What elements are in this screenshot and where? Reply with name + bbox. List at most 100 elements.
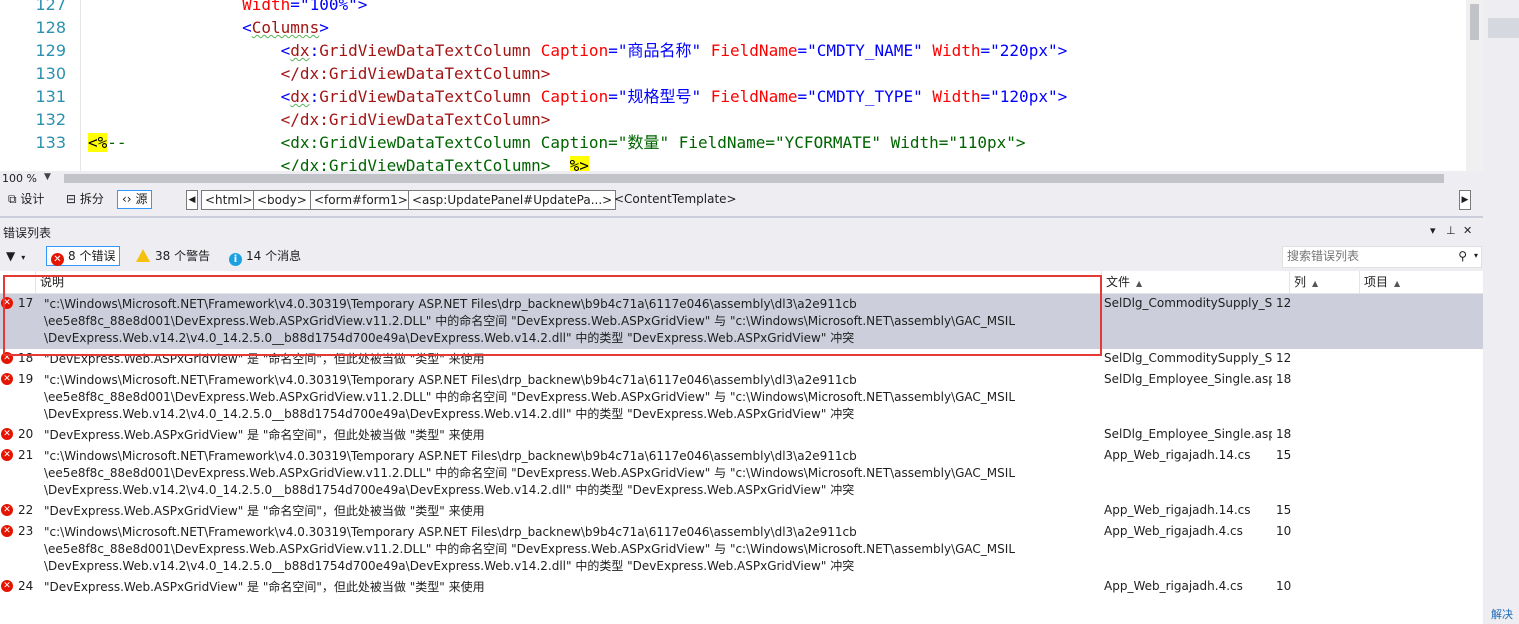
row-description: "DevExpress.Web.ASPxGridView" 是 "命名空间"，但… bbox=[44, 428, 485, 442]
code-token: "220px" bbox=[990, 41, 1058, 60]
sort-arrow-icon: ▲ bbox=[1136, 279, 1143, 288]
code-line[interactable]: <Columns> bbox=[88, 16, 329, 39]
editor-vertical-scrollbar[interactable] bbox=[1466, 0, 1483, 171]
nav-right-arrow-icon[interactable]: ▶ bbox=[1459, 190, 1471, 210]
info-icon: i bbox=[229, 253, 242, 266]
line-number: 128 bbox=[35, 18, 66, 37]
table-row[interactable]: ✕ 24 "DevExpress.Web.ASPxGridView" 是 "命名空间… bbox=[0, 577, 1483, 598]
code-token: <% bbox=[88, 133, 108, 152]
filter-icon[interactable]: ▼ ▾ bbox=[6, 246, 25, 266]
search-input[interactable] bbox=[1283, 247, 1451, 265]
breadcrumb-updatepanel[interactable]: <asp:UpdatePanel#UpdatePa...> bbox=[408, 190, 617, 210]
close-icon[interactable]: ✕ bbox=[1463, 224, 1472, 237]
code-token: "商品名称" bbox=[617, 41, 702, 60]
row-description: "DevExpress.Web.ASPxGridView" 是 "命名空间"，但… bbox=[44, 580, 485, 594]
row-description: "c:\Windows\Microsoft.NET\Framework\v4.0… bbox=[44, 525, 1016, 573]
row-line: 12 bbox=[1276, 296, 1292, 310]
split-label: 拆分 bbox=[79, 192, 104, 206]
breadcrumb-form[interactable]: <form#form1> bbox=[310, 190, 412, 210]
messages-count: 14 个消息 bbox=[246, 249, 302, 263]
code-line[interactable]: <dx:GridViewDataTextColumn Caption="规格型号… bbox=[88, 85, 1068, 108]
code-token: < bbox=[242, 18, 252, 37]
code-line[interactable]: </dx:GridViewDataTextColumn> bbox=[88, 108, 551, 131]
row-file: App_Web_rigajadh.4.cs bbox=[1104, 524, 1243, 538]
search-box[interactable]: ⚲ ▾ bbox=[1282, 246, 1482, 268]
row-file: App_Web_rigajadh.14.cs bbox=[1104, 503, 1251, 517]
row-line: 18 bbox=[1276, 372, 1292, 386]
code-token: "CMDTY_TYPE" bbox=[807, 87, 923, 106]
zoom-level[interactable]: 100 % bbox=[2, 172, 37, 185]
row-file: SelDlg_CommoditySupply_Sin bbox=[1104, 296, 1272, 310]
row-number: 23 bbox=[18, 524, 34, 538]
highlight-box bbox=[3, 275, 1102, 356]
code-line[interactable]: <%-- <dx:GridViewDataTextColumn Caption=… bbox=[88, 131, 1026, 154]
error-list-title: 错误列表 bbox=[3, 226, 52, 240]
table-row[interactable]: ✕ 21 "c:\Windows\Microsoft.NET\Framework\v… bbox=[0, 446, 1483, 501]
source-view-button[interactable]: ‹› 源 bbox=[117, 190, 153, 209]
error-icon: ✕ bbox=[1, 504, 13, 516]
row-line: 15 bbox=[1276, 448, 1292, 462]
row-line: 18 bbox=[1276, 427, 1292, 441]
code-editor[interactable]: 127 128 129 130 131 132 133 Width="100%"> <Col… bbox=[0, 0, 1483, 171]
code-token: > bbox=[319, 18, 329, 37]
row-line: 15 bbox=[1276, 503, 1292, 517]
code-token: GridViewDataTextColumn bbox=[319, 87, 532, 106]
code-line[interactable]: </dx:GridViewDataTextColumn> bbox=[88, 62, 551, 85]
code-token: "100%" bbox=[299, 0, 358, 14]
table-row[interactable]: ✕ 19 "c:\Windows\Microsoft.NET\Framework\v… bbox=[0, 370, 1483, 425]
panel-splitter[interactable] bbox=[0, 216, 1483, 218]
error-icon: ✕ bbox=[1, 428, 13, 440]
row-number: 24 bbox=[18, 579, 34, 593]
split-icon: ⊟ bbox=[66, 192, 77, 206]
line-number: 132 bbox=[35, 110, 66, 129]
solution-side-label[interactable]: 解决 bbox=[1491, 606, 1513, 622]
design-view-button[interactable]: ⧉ 设计 bbox=[4, 190, 48, 209]
design-icon: ⧉ bbox=[8, 192, 17, 206]
project-label: 项目 bbox=[1364, 275, 1389, 289]
row-file: SelDlg_CommoditySupply_Sin bbox=[1104, 351, 1272, 365]
right-side-panel bbox=[1483, 0, 1519, 624]
code-token: </dx:GridViewDataTextColumn> bbox=[280, 64, 551, 83]
design-label: 设计 bbox=[20, 192, 45, 206]
errors-filter-button[interactable]: ✕ 8 个错误 bbox=[46, 246, 121, 266]
split-view-button[interactable]: ⊟ 拆分 bbox=[62, 190, 108, 209]
source-icon: ‹› bbox=[122, 192, 132, 206]
code-token: FieldName bbox=[710, 87, 798, 106]
pin-icon[interactable]: ⊥ bbox=[1446, 224, 1456, 237]
breadcrumb-html[interactable]: <html> bbox=[201, 190, 257, 210]
row-description: "c:\Windows\Microsoft.NET\Framework\v4.0… bbox=[44, 373, 1016, 421]
error-icon: ✕ bbox=[1, 373, 13, 385]
warning-icon bbox=[136, 249, 150, 262]
nav-left-arrow-icon[interactable]: ◀ bbox=[186, 190, 198, 210]
zoom-dropdown-icon[interactable]: ▼ bbox=[44, 172, 51, 182]
breadcrumb-contenttemplate[interactable]: <ContentTemplate> bbox=[611, 190, 740, 208]
messages-filter-button[interactable]: i 14 个消息 bbox=[229, 246, 301, 266]
warnings-filter-button[interactable]: 38 个警告 bbox=[136, 246, 210, 266]
warnings-count: 38 个警告 bbox=[155, 249, 211, 263]
search-options-icon[interactable]: ▾ bbox=[1474, 251, 1478, 260]
scrollbar-thumb[interactable] bbox=[1470, 4, 1479, 40]
side-tab[interactable] bbox=[1488, 18, 1519, 38]
table-row[interactable]: ✕ 23 "c:\Windows\Microsoft.NET\Framework\v… bbox=[0, 522, 1483, 577]
editor-horizontal-scrollbar-thumb[interactable] bbox=[64, 174, 1444, 183]
table-row[interactable]: ✕ 20 "DevExpress.Web.ASPxGridView" 是 "命名空间… bbox=[0, 425, 1483, 446]
column-header-line[interactable]: 列 ▲ bbox=[1290, 271, 1360, 293]
dropdown-icon[interactable]: ▾ bbox=[1430, 224, 1436, 237]
table-row[interactable]: ✕ 22 "DevExpress.Web.ASPxGridView" 是 "命名空间… bbox=[0, 501, 1483, 522]
search-icon[interactable]: ⚲ bbox=[1458, 249, 1467, 263]
code-line[interactable]: Width="100%"> bbox=[88, 0, 367, 16]
code-token: %> bbox=[569, 156, 589, 171]
breadcrumb-body[interactable]: <body> bbox=[253, 190, 311, 210]
line-number: 131 bbox=[35, 87, 66, 106]
column-header-project[interactable]: 项目 ▲ bbox=[1360, 271, 1483, 293]
column-header-file[interactable]: 文件 ▲ bbox=[1102, 271, 1290, 293]
code-line[interactable]: <dx:GridViewDataTextColumn Caption="商品名称… bbox=[88, 39, 1068, 62]
error-icon: ✕ bbox=[1, 580, 13, 592]
code-line[interactable]: </dx:GridViewDataTextColumn> %> bbox=[88, 154, 589, 171]
